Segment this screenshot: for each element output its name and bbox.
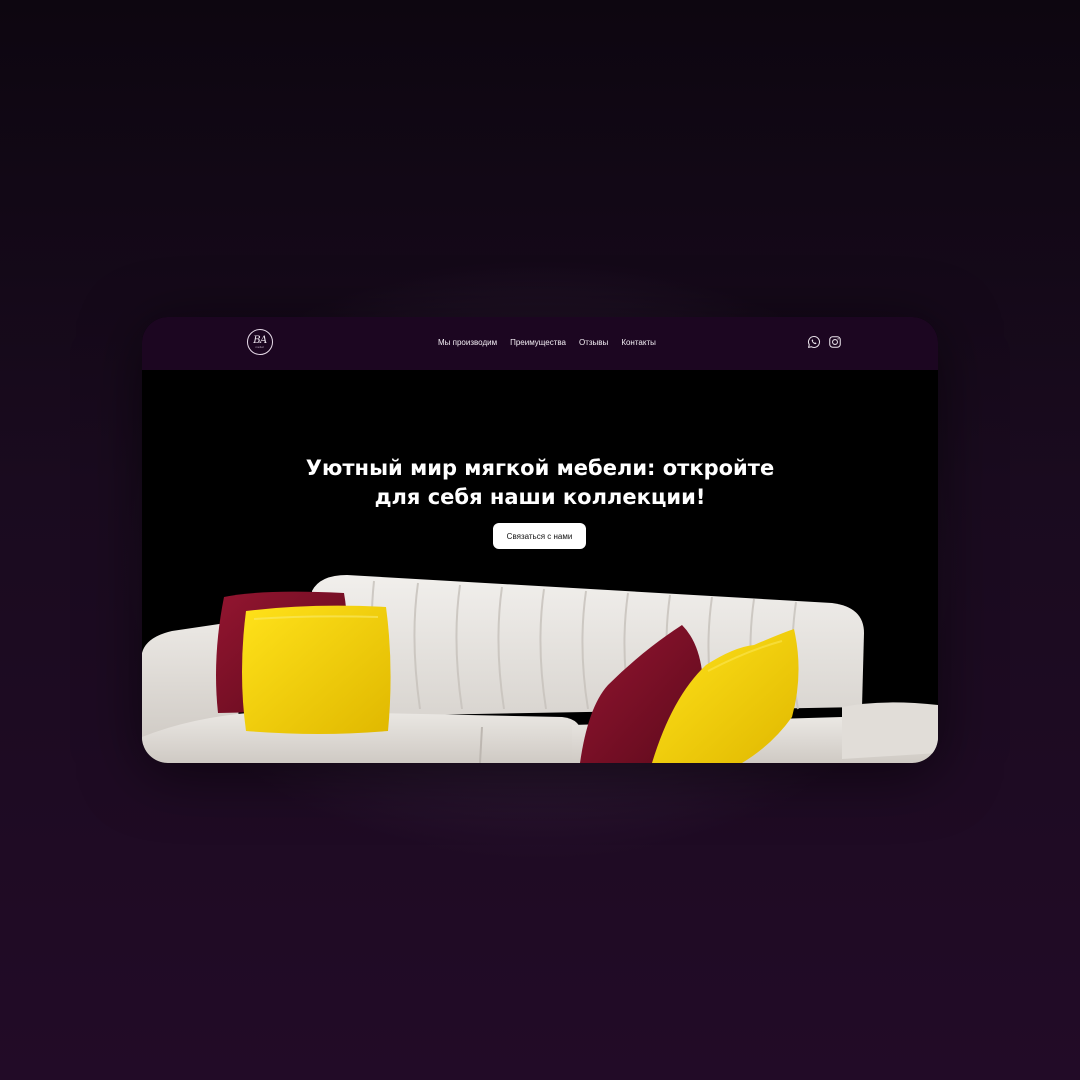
sofa-image <box>142 575 938 763</box>
logo-monogram: BA <box>253 334 267 346</box>
nav-item-reviews[interactable]: Отзывы <box>579 336 608 350</box>
main-nav: Мы производим Преимущества Отзывы Контак… <box>438 336 656 350</box>
hero-title-line-1: Уютный мир мягкой мебели: откройте <box>305 456 775 480</box>
whatsapp-icon[interactable] <box>807 335 821 349</box>
nav-item-contacts[interactable]: Контакты <box>621 336 656 350</box>
website-mockup: BA mebel Мы производим Преимущества Отзы… <box>142 317 938 763</box>
page-background: BA mebel Мы производим Преимущества Отзы… <box>0 0 1080 1080</box>
logo-subtext: mebel <box>255 344 265 349</box>
contact-us-button[interactable]: Связаться с нами <box>493 523 586 549</box>
hero-title: Уютный мир мягкой мебели: откройте для с… <box>142 454 938 512</box>
hero-title-line-2: для себя наши коллекции! <box>374 485 706 509</box>
brand-logo[interactable]: BA mebel <box>247 329 273 355</box>
social-links <box>807 335 842 349</box>
instagram-icon[interactable] <box>828 335 842 349</box>
nav-item-production[interactable]: Мы производим <box>438 336 497 350</box>
nav-item-advantages[interactable]: Преимущества <box>510 336 566 350</box>
site-header: BA mebel Мы производим Преимущества Отзы… <box>142 317 938 370</box>
